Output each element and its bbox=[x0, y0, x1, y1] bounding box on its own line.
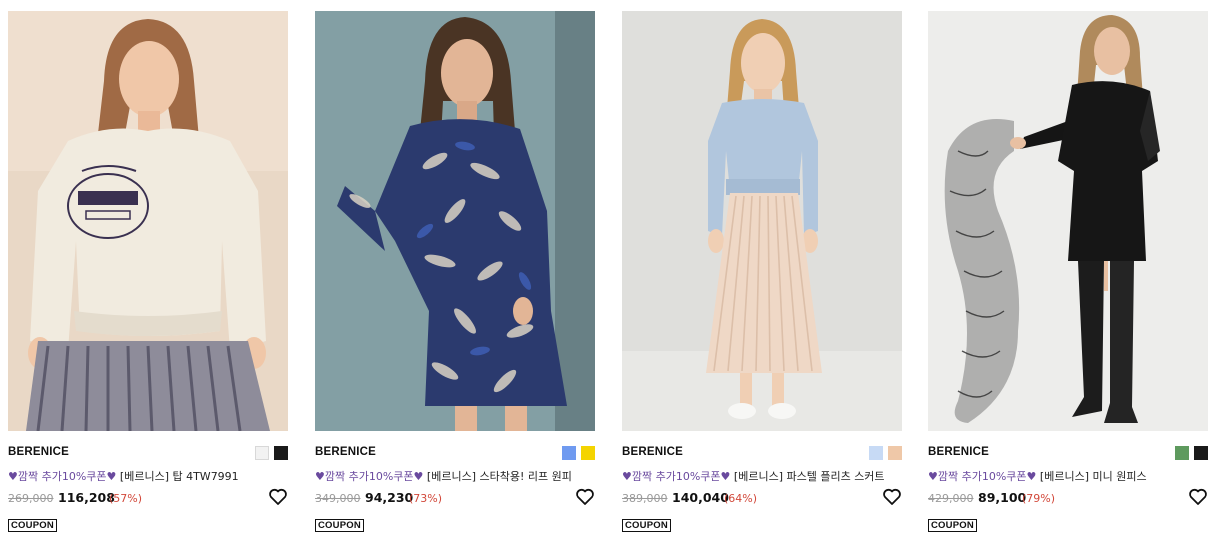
price-row: 389,000 140,040 (64%) bbox=[622, 487, 902, 508]
product-name: [베르니스] 탑 4TW7991 bbox=[116, 470, 239, 483]
heart-outline-icon bbox=[1189, 488, 1207, 505]
color-swatch[interactable] bbox=[888, 446, 902, 460]
product-card: BERENICE ♥깜짝 추가10%쿠폰♥ [베르니스] 탑 4TW7991 2… bbox=[8, 11, 288, 541]
discount-rate: (64%) bbox=[724, 492, 758, 505]
brand-row: BERENICE bbox=[8, 446, 288, 462]
color-swatch[interactable] bbox=[274, 446, 288, 460]
color-swatch[interactable] bbox=[869, 446, 883, 460]
heart-outline-icon bbox=[269, 488, 287, 505]
color-swatches bbox=[557, 446, 595, 461]
heart-glyph: ♥ bbox=[315, 470, 325, 483]
product-image-link[interactable] bbox=[622, 11, 902, 431]
wishlist-button[interactable] bbox=[1188, 487, 1208, 507]
color-swatch[interactable] bbox=[255, 446, 269, 460]
product-image-link[interactable] bbox=[315, 11, 595, 431]
color-swatch[interactable] bbox=[562, 446, 576, 460]
brand-name[interactable]: BERENICE bbox=[928, 446, 989, 458]
heart-glyph: ♥ bbox=[1026, 470, 1037, 483]
heart-glyph: ♥ bbox=[106, 470, 117, 483]
brand-row: BERENICE bbox=[928, 446, 1208, 462]
price-row: 429,000 89,100 (79%) bbox=[928, 487, 1208, 508]
product-image-link[interactable] bbox=[8, 11, 288, 431]
product-info: BERENICE ♥깜짝 추가10%쿠폰♥ [베르니스] 탑 4TW7991 2… bbox=[8, 431, 288, 541]
promo-text: 깜짝 추가10%쿠폰 bbox=[324, 470, 414, 483]
heart-outline-icon bbox=[883, 488, 901, 505]
brand-row: BERENICE bbox=[622, 446, 902, 462]
product-name: [베르니스] 파스텔 플리츠 스커트 bbox=[730, 470, 885, 483]
discount-rate: (79%) bbox=[1022, 492, 1056, 505]
product-grid: BERENICE ♥깜짝 추가10%쿠폰♥ [베르니스] 탑 4TW7991 2… bbox=[0, 0, 1224, 557]
product-image-link[interactable] bbox=[928, 11, 1208, 431]
product-info: BERENICE ♥깜짝 추가10%쿠폰♥ [베르니스] 파스텔 플리츠 스커트… bbox=[622, 431, 902, 541]
original-price: 349,000 bbox=[315, 492, 361, 505]
coupon-badge[interactable]: COUPON bbox=[8, 519, 57, 532]
color-swatch[interactable] bbox=[1175, 446, 1189, 460]
product-photo bbox=[8, 11, 288, 431]
price-row: 349,000 94,230 (73%) bbox=[315, 487, 595, 508]
original-price: 269,000 bbox=[8, 492, 54, 505]
heart-glyph: ♥ bbox=[928, 470, 938, 483]
sale-price: 89,100 bbox=[978, 490, 1027, 505]
discount-rate: (73%) bbox=[409, 492, 443, 505]
brand-name[interactable]: BERENICE bbox=[622, 446, 683, 458]
heart-glyph: ♥ bbox=[8, 470, 18, 483]
promo-text: 깜짝 추가10%쿠폰 bbox=[17, 470, 107, 483]
wishlist-button[interactable] bbox=[882, 487, 902, 507]
coupon-badge[interactable]: COUPON bbox=[622, 519, 671, 532]
heart-glyph: ♥ bbox=[720, 470, 731, 483]
color-swatches bbox=[1170, 446, 1208, 461]
color-swatch[interactable] bbox=[1194, 446, 1208, 460]
product-title[interactable]: ♥깜짝 추가10%쿠폰♥ [베르니스] 스타착용! 리프 원피 bbox=[315, 468, 595, 484]
heart-outline-icon bbox=[576, 488, 594, 505]
sale-price: 116,208 bbox=[58, 490, 115, 505]
product-card: BERENICE ♥깜짝 추가10%쿠폰♥ [베르니스] 스타착용! 리프 원피… bbox=[315, 11, 595, 541]
original-price: 389,000 bbox=[622, 492, 668, 505]
wishlist-button[interactable] bbox=[268, 487, 288, 507]
price-row: 269,000 116,208 (57%) bbox=[8, 487, 288, 508]
product-photo bbox=[622, 11, 902, 431]
product-title[interactable]: ♥깜짝 추가10%쿠폰♥ [베르니스] 파스텔 플리츠 스커트 bbox=[622, 468, 902, 484]
product-photo bbox=[315, 11, 595, 431]
brand-name[interactable]: BERENICE bbox=[315, 446, 376, 458]
product-info: BERENICE ♥깜짝 추가10%쿠폰♥ [베르니스] 미니 원피스 429,… bbox=[928, 431, 1208, 541]
brand-name[interactable]: BERENICE bbox=[8, 446, 69, 458]
brand-row: BERENICE bbox=[315, 446, 595, 462]
promo-text: 깜짝 추가10%쿠폰 bbox=[937, 470, 1027, 483]
sale-price: 94,230 bbox=[365, 490, 414, 505]
coupon-badge[interactable]: COUPON bbox=[928, 519, 977, 532]
discount-rate: (57%) bbox=[109, 492, 143, 505]
product-name: [베르니스] 스타착용! 리프 원피 bbox=[423, 470, 572, 483]
wishlist-button[interactable] bbox=[575, 487, 595, 507]
product-title[interactable]: ♥깜짝 추가10%쿠폰♥ [베르니스] 미니 원피스 bbox=[928, 468, 1208, 484]
product-info: BERENICE ♥깜짝 추가10%쿠폰♥ [베르니스] 스타착용! 리프 원피… bbox=[315, 431, 595, 541]
heart-glyph: ♥ bbox=[413, 470, 424, 483]
product-name: [베르니스] 미니 원피스 bbox=[1036, 470, 1147, 483]
coupon-badge[interactable]: COUPON bbox=[315, 519, 364, 532]
promo-text: 깜짝 추가10%쿠폰 bbox=[631, 470, 721, 483]
product-card: BERENICE ♥깜짝 추가10%쿠폰♥ [베르니스] 미니 원피스 429,… bbox=[928, 11, 1208, 541]
heart-glyph: ♥ bbox=[622, 470, 632, 483]
color-swatches bbox=[864, 446, 902, 461]
product-card: BERENICE ♥깜짝 추가10%쿠폰♥ [베르니스] 파스텔 플리츠 스커트… bbox=[622, 11, 902, 541]
sale-price: 140,040 bbox=[672, 490, 729, 505]
original-price: 429,000 bbox=[928, 492, 974, 505]
color-swatches bbox=[250, 446, 288, 461]
color-swatch[interactable] bbox=[581, 446, 595, 460]
product-photo bbox=[928, 11, 1208, 431]
product-title[interactable]: ♥깜짝 추가10%쿠폰♥ [베르니스] 탑 4TW7991 bbox=[8, 468, 288, 484]
